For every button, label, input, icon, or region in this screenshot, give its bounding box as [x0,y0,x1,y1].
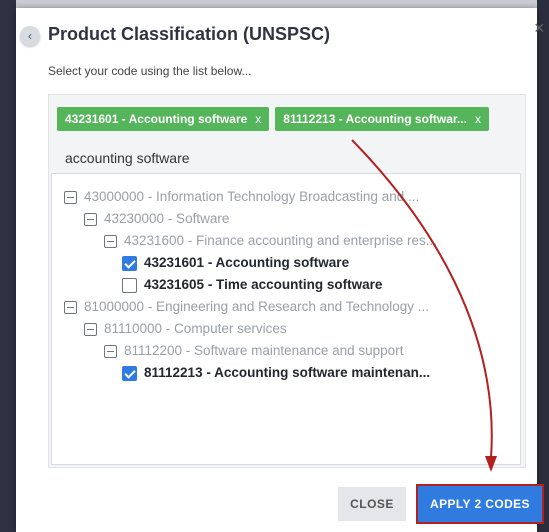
apply-codes-button[interactable]: APPLY 2 CODES [416,484,544,524]
tree-leaf-label[interactable]: 81112213 - Accounting software maintenan… [144,362,430,384]
tree-leaf: 81112213 - Accounting software maintenan… [122,362,430,384]
tree-node-label[interactable]: 43230000 - Software [104,208,229,230]
checkbox-checked[interactable] [122,365,137,381]
collapse-chevron-icon[interactable]: ‹ [20,26,40,46]
collapse-toggle-icon[interactable] [84,212,97,226]
tree-leaf: 43231605 - Time accounting software [122,274,382,296]
tree-node-label[interactable]: 81000000 - Engineering and Research and … [84,296,429,318]
tree-leaf-label[interactable]: 43231601 - Accounting software [144,252,349,274]
background-panel [537,0,549,532]
tree-node: 81000000 - Engineering and Research and … [64,296,429,318]
selected-code-chip: 43231601 - Accounting software x [57,107,270,131]
tree-node: 43230000 - Software [84,208,229,230]
chip-label: 43231601 - Accounting software [65,112,248,126]
close-icon[interactable]: × [534,18,545,39]
tree-node: 81110000 - Computer services [84,318,287,340]
instruction-text: Select your code using the list below... [48,64,252,78]
selected-code-chip: 81112213 - Accounting softwar... x [275,107,489,131]
modal-title: Product Classification (UNSPSC) [48,24,331,44]
background-header [16,0,537,8]
chip-label: 81112213 - Accounting softwar... [283,112,467,126]
chip-remove-icon[interactable]: x [475,107,481,131]
tree-leaf-label[interactable]: 43231605 - Time accounting software [144,274,382,296]
collapse-toggle-icon[interactable] [104,234,117,248]
tree-node-label[interactable]: 43000000 - Information Technology Broadc… [84,186,419,208]
selected-chips: 43231601 - Accounting software x 8111221… [57,107,489,133]
tree-node-label[interactable]: 43231600 - Finance accounting and enterp… [124,230,437,252]
search-input[interactable] [57,145,523,171]
tree-leaf: 43231601 - Accounting software [122,252,349,274]
collapse-toggle-icon[interactable] [84,322,97,336]
checkbox-unchecked[interactable] [122,277,137,293]
selection-panel: 43231601 - Accounting software x 8111221… [48,94,526,468]
tree-node: 43231600 - Finance accounting and enterp… [104,230,437,252]
code-tree: 43000000 - Information Technology Broadc… [51,173,521,465]
collapse-toggle-icon[interactable] [64,300,77,314]
tree-node: 43000000 - Information Technology Broadc… [64,186,419,208]
background-sidebar [0,0,16,532]
collapse-toggle-icon[interactable] [64,190,77,204]
tree-node-label[interactable]: 81112200 - Software maintenance and supp… [124,340,403,362]
close-button[interactable]: CLOSE [338,487,406,521]
collapse-toggle-icon[interactable] [104,344,117,358]
checkbox-checked[interactable] [122,255,137,271]
tree-node: 81112200 - Software maintenance and supp… [104,340,403,362]
chip-remove-icon[interactable]: x [255,107,261,131]
tree-node-label[interactable]: 81110000 - Computer services [104,318,287,340]
